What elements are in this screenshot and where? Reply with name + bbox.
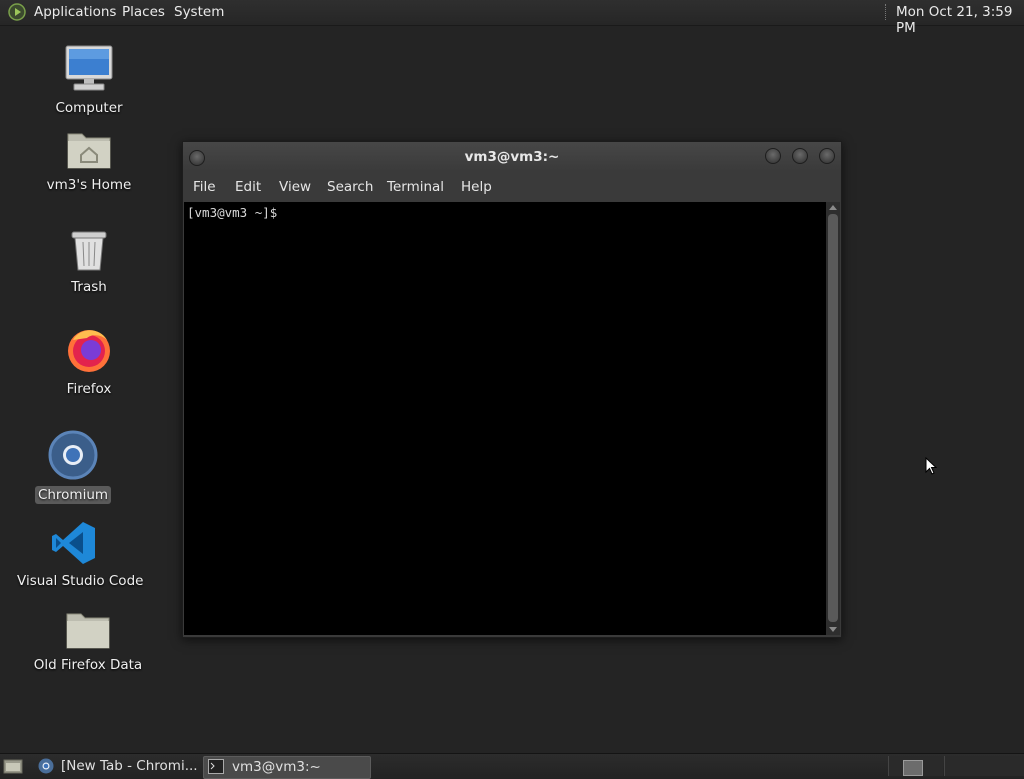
desktop-icon-label: vm3's Home: [46, 177, 132, 193]
bottom-panel: [New Tab - Chromi... vm3@vm3:~: [0, 753, 1024, 779]
window-title: vm3@vm3:~: [464, 149, 560, 165]
trash-icon: [71, 231, 107, 271]
desktop-icon-label: Trash: [71, 279, 107, 295]
scrollbar-thumb[interactable]: [828, 214, 838, 622]
menu-help[interactable]: Help: [461, 179, 492, 195]
desktop-icon-chromium[interactable]: Chromium: [34, 430, 112, 504]
taskbar-item-label: vm3@vm3:~: [232, 759, 321, 775]
workspace-2[interactable]: [944, 756, 1024, 776]
firefox-icon: [68, 330, 110, 372]
panel-separator: [885, 4, 888, 20]
desktop-icon-vscode[interactable]: Visual Studio Code: [14, 520, 143, 590]
desktop-icon-label: Computer: [55, 100, 123, 116]
shell-prompt: [vm3@vm3 ~]$: [187, 205, 278, 220]
menu-terminal[interactable]: Terminal: [387, 179, 444, 195]
menu-places[interactable]: Places: [122, 4, 165, 20]
menu-applications[interactable]: Applications: [34, 4, 116, 20]
desktop-icon-old-firefox-data[interactable]: Old Firefox Data: [30, 608, 146, 674]
menu-file[interactable]: File: [193, 179, 216, 195]
desktop-icon-label: Chromium: [34, 486, 112, 504]
menu-view[interactable]: View: [279, 179, 311, 195]
workspace-switcher[interactable]: [888, 756, 943, 776]
desktop-icon-label: Firefox: [66, 381, 112, 397]
desktop-icon-label: Visual Studio Code: [17, 573, 144, 589]
top-panel: Applications Places System Mon Oct 21, 3…: [0, 0, 1024, 36]
desktop-icon-computer[interactable]: Computer: [50, 45, 128, 117]
terminal-titlebar[interactable]: vm3@vm3:~: [183, 142, 841, 172]
desktop-icon-firefox[interactable]: Firefox: [50, 326, 128, 398]
clock[interactable]: Mon Oct 21, 3:59 PM: [896, 4, 1024, 36]
menu-system[interactable]: System: [174, 4, 224, 20]
taskbar-item-chromium[interactable]: [New Tab - Chromi...: [33, 756, 198, 777]
maximize-icon[interactable]: [792, 148, 808, 164]
menu-search[interactable]: Search: [327, 179, 373, 195]
desktop-icon-label: Old Firefox Data: [33, 657, 143, 673]
vscode-icon: [52, 522, 95, 564]
desktop-icon-home[interactable]: vm3's Home: [40, 128, 138, 194]
taskbar-item-terminal[interactable]: vm3@vm3:~: [203, 756, 371, 779]
mouse-cursor-icon: [925, 457, 937, 475]
desktop-icon-trash[interactable]: Trash: [50, 228, 128, 296]
menu-edit[interactable]: Edit: [235, 179, 261, 195]
chromium-icon: [38, 758, 54, 774]
applications-menu-icon[interactable]: [8, 3, 26, 21]
folder-icon: [66, 613, 110, 649]
workspace-1[interactable]: [903, 760, 923, 776]
show-desktop-icon[interactable]: [3, 758, 23, 774]
scroll-up-icon[interactable]: [829, 205, 837, 210]
chromium-icon: [48, 430, 98, 480]
terminal-window[interactable]: vm3@vm3:~ File Edit View Search Terminal…: [182, 141, 842, 638]
scroll-down-icon[interactable]: [829, 627, 837, 632]
terminal-menubar: File Edit View Search Terminal Help: [183, 172, 841, 202]
terminal-output[interactable]: [vm3@vm3 ~]$: [184, 202, 826, 635]
taskbar-item-label: [New Tab - Chromi...: [61, 758, 198, 774]
terminal-scrollbar[interactable]: [826, 202, 840, 635]
minimize-icon[interactable]: [765, 148, 781, 164]
home-folder-icon: [67, 133, 111, 169]
computer-icon: [65, 45, 113, 91]
terminal-icon: [208, 759, 224, 774]
close-icon[interactable]: [819, 148, 835, 164]
